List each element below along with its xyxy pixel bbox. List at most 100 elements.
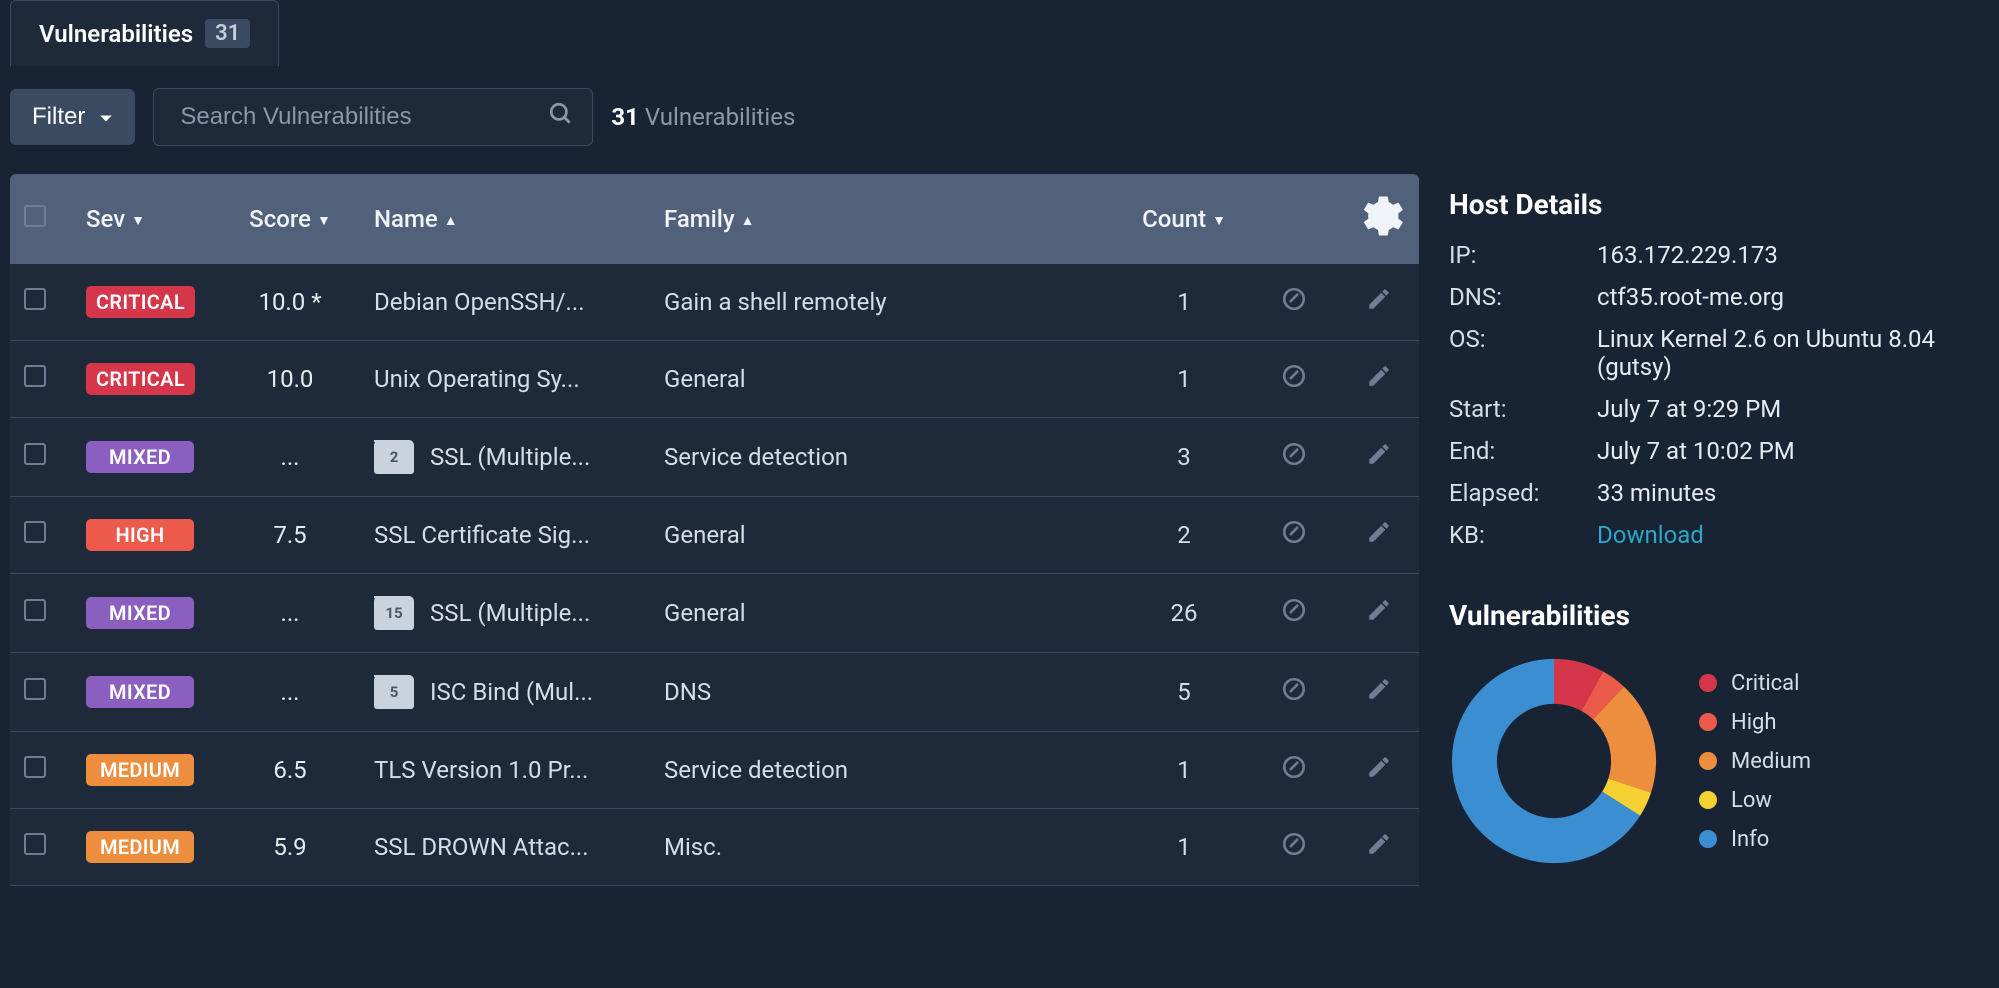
col-header-score[interactable]: Score▼ [220, 174, 360, 264]
edit-icon[interactable] [1366, 676, 1392, 702]
tab-label: Vulnerabilities [39, 20, 193, 48]
clock-icon[interactable] [1281, 676, 1307, 702]
score-value: ... [234, 443, 346, 471]
col-header-family[interactable]: Family▲ [650, 174, 1119, 264]
label-elapsed: Elapsed: [1449, 479, 1589, 507]
label-ip: IP: [1449, 241, 1589, 269]
caret-down-icon [99, 103, 113, 131]
vuln-family: General [664, 521, 746, 549]
caret-down-icon: ▼ [131, 213, 145, 229]
tab-count-badge: 31 [205, 19, 250, 48]
vuln-name: Unix Operating Sy... [374, 365, 580, 393]
row-checkbox[interactable] [24, 756, 46, 778]
label-dns: DNS: [1449, 283, 1589, 311]
table-row[interactable]: HIGH7.5SSL Certificate Sig...General2 [10, 497, 1419, 574]
swatch-critical [1699, 674, 1717, 692]
score-value: ... [234, 599, 346, 627]
select-all-checkbox[interactable] [24, 205, 46, 227]
edit-icon[interactable] [1366, 363, 1392, 389]
col-header-severity[interactable]: Sev▼ [72, 174, 220, 264]
table-row[interactable]: MEDIUM5.9SSL DROWN Attac...Misc.1 [10, 809, 1419, 886]
row-checkbox[interactable] [24, 365, 46, 387]
side-chart-title: Vulnerabilities [1449, 599, 1989, 632]
search-field[interactable] [153, 88, 593, 146]
clock-icon[interactable] [1281, 519, 1307, 545]
row-checkbox[interactable] [24, 443, 46, 465]
edit-icon[interactable] [1366, 441, 1392, 467]
legend-item-low[interactable]: Low [1699, 788, 1811, 813]
severity-badge: CRITICAL [86, 363, 195, 395]
score-value: ... [234, 678, 346, 706]
legend-item-critical[interactable]: Critical [1699, 671, 1811, 696]
tab-vulnerabilities[interactable]: Vulnerabilities 31 [10, 0, 279, 66]
clock-icon[interactable] [1281, 831, 1307, 857]
vuln-count: 1 [1177, 365, 1191, 393]
legend-item-medium[interactable]: Medium [1699, 749, 1811, 774]
clock-icon[interactable] [1281, 441, 1307, 467]
clock-icon[interactable] [1281, 597, 1307, 623]
table-row[interactable]: CRITICAL10.0Unix Operating Sy...General1 [10, 341, 1419, 418]
score-value: 7.5 [234, 521, 346, 549]
row-checkbox[interactable] [24, 599, 46, 621]
edit-icon[interactable] [1366, 519, 1392, 545]
search-input[interactable] [172, 89, 548, 145]
score-value: 5.9 [234, 833, 346, 861]
score-value: 6.5 [234, 756, 346, 784]
edit-icon[interactable] [1366, 831, 1392, 857]
vuln-count: 1 [1177, 756, 1191, 784]
table-row[interactable]: CRITICAL10.0 *Debian OpenSSH/...Gain a s… [10, 264, 1419, 341]
result-count: 31 Vulnerabilities [611, 103, 795, 131]
search-icon[interactable] [548, 101, 574, 133]
caret-up-icon: ▲ [741, 213, 755, 229]
vuln-count: 26 [1171, 599, 1198, 627]
vuln-name: TLS Version 1.0 Pr... [374, 756, 588, 784]
swatch-high [1699, 713, 1717, 731]
vuln-count: 3 [1177, 443, 1191, 471]
filter-label: Filter [32, 103, 85, 131]
filter-button[interactable]: Filter [10, 89, 135, 145]
table-row[interactable]: MEDIUM6.5TLS Version 1.0 Pr...Service de… [10, 732, 1419, 809]
folder-icon: 5 [374, 675, 414, 709]
vuln-count: 2 [1177, 521, 1191, 549]
severity-badge: MIXED [86, 441, 194, 473]
tab-bar: Vulnerabilities 31 [0, 0, 1999, 66]
clock-icon[interactable] [1281, 286, 1307, 312]
row-checkbox[interactable] [24, 833, 46, 855]
vuln-family: Gain a shell remotely [664, 288, 887, 316]
label-start: Start: [1449, 395, 1589, 423]
severity-badge: CRITICAL [86, 286, 195, 318]
edit-icon[interactable] [1366, 597, 1392, 623]
severity-legend: Critical High Medium Low Info [1699, 671, 1811, 852]
clock-icon[interactable] [1281, 754, 1307, 780]
col-header-name[interactable]: Name▲ [360, 174, 650, 264]
legend-item-high[interactable]: High [1699, 710, 1811, 735]
row-checkbox[interactable] [24, 288, 46, 310]
toolbar: Filter 31 Vulnerabilities [0, 66, 1999, 174]
row-checkbox[interactable] [24, 521, 46, 543]
clock-icon[interactable] [1281, 363, 1307, 389]
table-settings-button[interactable] [1339, 174, 1419, 264]
swatch-medium [1699, 752, 1717, 770]
table-row[interactable]: MIXED...5ISC Bind (Mul...DNS5 [10, 653, 1419, 732]
label-end: End: [1449, 437, 1589, 465]
folder-icon: 2 [374, 440, 414, 474]
host-details: IP: 163.172.229.173 DNS: ctf35.root-me.o… [1449, 241, 1989, 549]
vuln-family: General [664, 365, 746, 393]
row-checkbox[interactable] [24, 678, 46, 700]
caret-down-icon: ▼ [317, 213, 331, 229]
kb-download-link[interactable]: Download [1597, 521, 1704, 549]
table-row[interactable]: MIXED...2SSL (Multiple...Service detecti… [10, 418, 1419, 497]
col-header-count[interactable]: Count▼ [1119, 174, 1249, 264]
value-end: July 7 at 10:02 PM [1597, 437, 1989, 465]
vuln-family: Service detection [664, 443, 848, 471]
vuln-name: SSL Certificate Sig... [374, 521, 590, 549]
severity-badge: MIXED [86, 597, 194, 629]
legend-item-info[interactable]: Info [1699, 827, 1811, 852]
vuln-family: General [664, 599, 746, 627]
severity-badge: MEDIUM [86, 831, 194, 863]
caret-down-icon: ▼ [1212, 213, 1226, 229]
edit-icon[interactable] [1366, 286, 1392, 312]
edit-icon[interactable] [1366, 754, 1392, 780]
table-row[interactable]: MIXED...15SSL (Multiple...General26 [10, 574, 1419, 653]
host-details-title: Host Details [1449, 188, 1989, 221]
